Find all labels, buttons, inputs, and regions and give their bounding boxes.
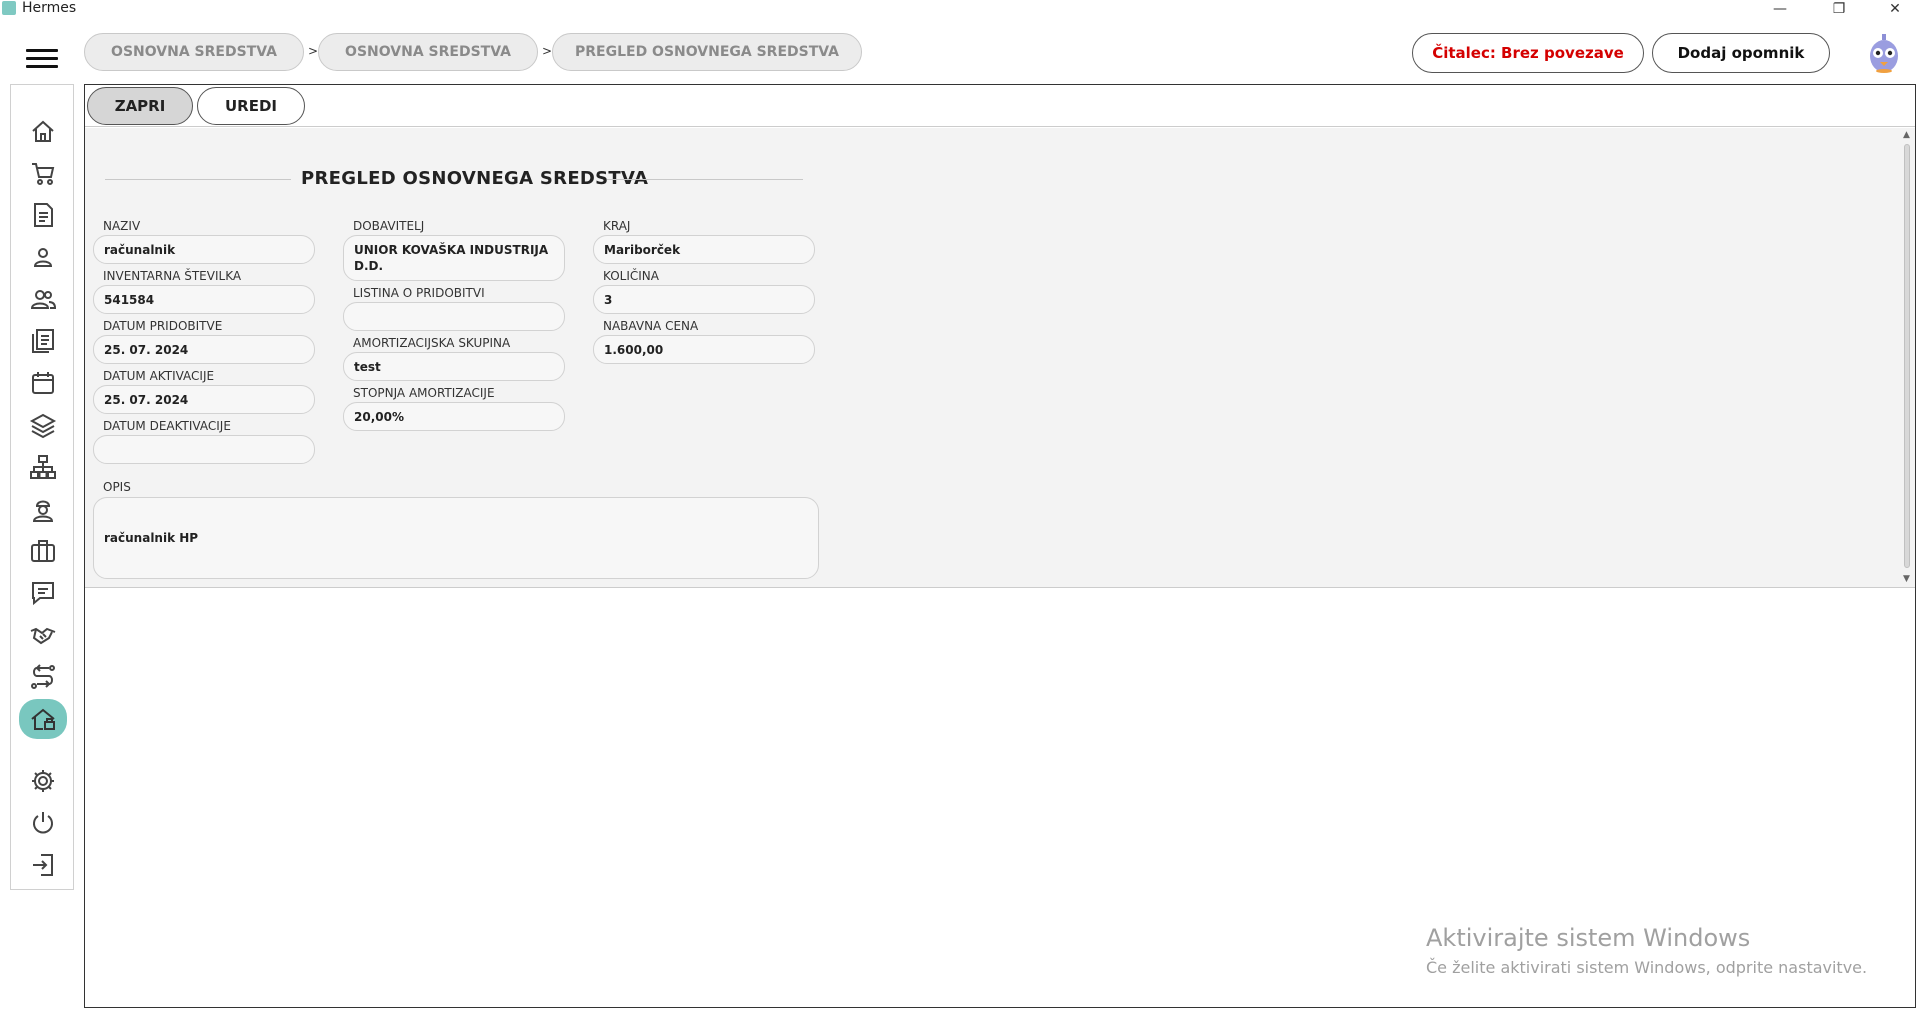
section-divider-left <box>105 179 291 180</box>
documents-icon[interactable] <box>25 323 61 359</box>
breadcrumb-separator: > <box>308 44 319 58</box>
vertical-scrollbar[interactable]: ▲ ▼ <box>1901 128 1915 587</box>
minimize-icon[interactable]: — <box>1757 0 1803 18</box>
route-icon[interactable] <box>25 659 61 695</box>
chat-icon[interactable] <box>25 575 61 611</box>
amort-skupina-field: test <box>343 352 565 381</box>
home-icon[interactable] <box>25 113 61 149</box>
datum-pridobitve-field: 25. 07. 2024 <box>93 335 315 364</box>
datum-aktivacije-label: DATUM AKTIVACIJE <box>103 369 215 383</box>
avatar[interactable] <box>1866 34 1902 74</box>
breadcrumb-item[interactable]: OSNOVNA SREDSTVA <box>84 33 304 71</box>
asset-detail-form: PREGLED OSNOVNEGA SREDSTVA NAZIV računal… <box>85 128 1915 588</box>
opis-field: računalnik HP <box>93 497 819 579</box>
page-title: PREGLED OSNOVNEGA SREDSTVA <box>301 168 649 189</box>
kolicina-field: 3 <box>593 285 815 314</box>
kolicina-label: KOLIČINA <box>603 269 659 283</box>
datum-aktivacije-field: 25. 07. 2024 <box>93 385 315 414</box>
network-icon[interactable] <box>25 449 61 485</box>
scroll-down-icon[interactable]: ▼ <box>1903 574 1910 584</box>
scroll-thumb[interactable] <box>1904 144 1910 568</box>
cart-icon[interactable] <box>25 155 61 191</box>
datum-deaktivacije-field <box>93 435 315 464</box>
calendar-icon[interactable] <box>25 365 61 401</box>
app-title: Hermes <box>22 0 77 16</box>
inventarna-label: INVENTARNA ŠTEVILKA <box>103 269 242 283</box>
close-icon[interactable]: ✕ <box>1872 0 1918 18</box>
sidebar <box>10 84 74 890</box>
briefcase-icon[interactable] <box>25 533 61 569</box>
stopnja-label: STOPNJA AMORTIZACIJE <box>353 386 495 400</box>
reader-status-button[interactable]: Čitalec: Brez povezave <box>1412 33 1644 73</box>
listina-field <box>343 302 565 331</box>
windows-activation-title: Aktivirajte sistem Windows <box>1426 924 1751 952</box>
section-divider-right <box>607 179 803 180</box>
listina-label: LISTINA O PRIDOBITVI <box>353 286 485 300</box>
nabavna-label: NABAVNA CENA <box>603 319 699 333</box>
document-icon[interactable] <box>25 197 61 233</box>
breadcrumb-item[interactable]: OSNOVNA SREDSTVA <box>318 33 538 71</box>
menu-icon[interactable] <box>26 49 58 71</box>
datum-pridobitve-label: DATUM PRIDOBITVE <box>103 319 223 333</box>
naziv-label: NAZIV <box>103 219 141 233</box>
asset-home-icon[interactable] <box>19 699 67 739</box>
people-icon[interactable] <box>25 281 61 317</box>
breadcrumb-item-current[interactable]: PREGLED OSNOVNEGA SREDSTVA <box>552 33 862 71</box>
kraj-label: KRAJ <box>603 219 631 233</box>
title-bar: Hermes — ❐ ✕ <box>0 0 1918 18</box>
windows-activation-text: Če želite aktivirati sistem Windows, odp… <box>1426 958 1868 977</box>
handshake-icon[interactable] <box>25 617 61 653</box>
inventarna-field: 541584 <box>93 285 315 314</box>
gear-icon[interactable] <box>25 763 61 799</box>
logout-icon[interactable] <box>25 847 61 883</box>
close-button[interactable]: ZAPRI <box>87 87 193 125</box>
restore-icon[interactable]: ❐ <box>1816 0 1862 18</box>
edit-button[interactable]: UREDI <box>197 87 305 125</box>
naziv-field: računalnik <box>93 235 315 264</box>
nabavna-field: 1.600,00 <box>593 335 815 364</box>
amort-skupina-label: AMORTIZACIJSKA SKUPINA <box>353 336 511 350</box>
dobavitelj-field: UNIOR KOVAŠKA INDUSTRIJA D.D. <box>343 235 565 281</box>
opis-label: OPIS <box>103 480 131 494</box>
breadcrumb-separator: > <box>542 44 553 58</box>
scroll-up-icon[interactable]: ▲ <box>1903 130 1910 140</box>
worker-icon[interactable] <box>25 491 61 527</box>
layers-icon[interactable] <box>25 407 61 443</box>
add-reminder-button[interactable]: Dodaj opomnik <box>1652 33 1830 73</box>
dobavitelj-label: DOBAVITELJ <box>353 219 425 233</box>
stopnja-field: 20,00% <box>343 402 565 431</box>
app-logo-icon <box>2 1 16 15</box>
datum-deaktivacije-label: DATUM DEAKTIVACIJE <box>103 419 231 433</box>
main-panel: ZAPRI UREDI PREGLED OSNOVNEGA SREDSTVA N… <box>84 84 1916 1008</box>
person-icon[interactable] <box>25 239 61 275</box>
power-icon[interactable] <box>25 805 61 841</box>
kraj-field: Mariborček <box>593 235 815 264</box>
toolbar: ZAPRI UREDI <box>85 85 1915 127</box>
